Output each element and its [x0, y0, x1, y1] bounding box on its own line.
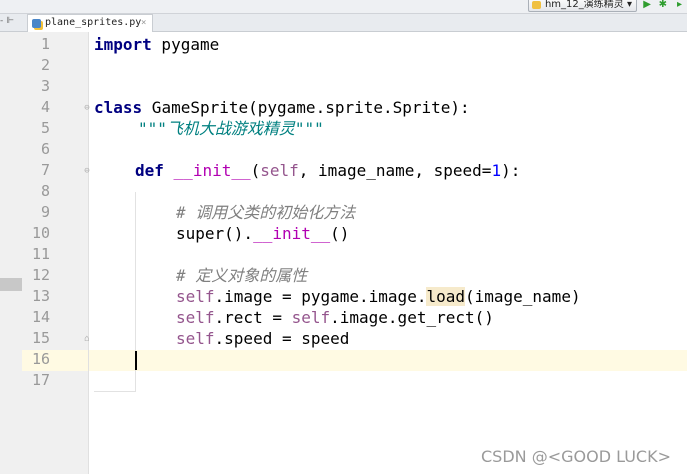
- run-configuration-label: hm_12_演练精灵: [544, 0, 624, 10]
- line-number: 15: [31, 329, 50, 347]
- keyword: class: [94, 98, 143, 117]
- comment: # 定义对象的属性: [176, 266, 308, 285]
- tab-plane-sprites[interactable]: plane_sprites.py ×: [27, 14, 153, 32]
- comment: # 调用父类的初始化方法: [176, 203, 356, 222]
- fold-end-icon[interactable]: ⌂: [82, 334, 92, 344]
- line-number: 8: [40, 182, 50, 200]
- line-number: 12: [31, 266, 50, 284]
- code-text: pygame: [151, 35, 220, 54]
- self-keyword: self: [176, 329, 215, 348]
- fold-icon[interactable]: ⊖: [82, 166, 92, 176]
- code-line-1[interactable]: import pygame: [94, 34, 219, 55]
- keyword: def: [135, 161, 164, 180]
- code-text: super().: [176, 224, 254, 243]
- top-toolbar: hm_12_演练精灵 ▾ ▶ ✱ ▸: [0, 0, 687, 14]
- code-line-10[interactable]: super().__init__(): [176, 223, 349, 244]
- tab-label: plane_sprites.py: [45, 17, 142, 28]
- self-keyword: self: [291, 308, 331, 327]
- fold-icon[interactable]: ⊖: [82, 103, 92, 113]
- function-name: __init__: [173, 161, 251, 180]
- line-number: 7: [40, 161, 50, 179]
- gutter-marker: [0, 278, 22, 291]
- code-line-14[interactable]: self.rect = self.image.get_rect(): [176, 307, 494, 328]
- code-text: .image = pygame.image.: [214, 287, 427, 306]
- text-caret: [135, 351, 137, 370]
- code-text: (: [250, 161, 261, 180]
- code-line-4[interactable]: class GameSprite(pygame.sprite.Sprite):: [94, 97, 470, 118]
- run-configuration-select[interactable]: hm_12_演练精灵 ▾: [527, 0, 637, 12]
- number-literal: 1: [491, 161, 502, 180]
- line-number: 10: [31, 224, 50, 242]
- line-number: 1: [40, 35, 50, 53]
- code-line-5[interactable]: """飞机大战游戏精灵""": [138, 118, 324, 139]
- editor-tab-bar: - ⊩ plane_sprites.py ×: [0, 14, 687, 32]
- line-number: 11: [31, 245, 50, 263]
- code-line-15[interactable]: self.speed = speed: [176, 328, 349, 349]
- code-line-13[interactable]: self.image = pygame.image.load(image_nam…: [176, 286, 581, 307]
- code-text: .rect =: [214, 308, 292, 327]
- line-number: 13: [31, 287, 50, 305]
- python-config-icon: [531, 1, 541, 9]
- docstring: """飞机大战游戏精灵""": [138, 119, 324, 138]
- code-line-7[interactable]: def __init__(self, image_name, speed=1):: [135, 160, 520, 181]
- line-number: 9: [40, 203, 50, 221]
- line-number: 16: [31, 350, 50, 368]
- debug-icon[interactable]: ✱: [659, 0, 667, 10]
- code-text: GameSprite(pygame.sprite.Sprite):: [142, 98, 470, 117]
- close-icon[interactable]: ×: [141, 15, 146, 31]
- code-text: .image.get_rect(): [330, 308, 494, 327]
- python-file-icon: [32, 19, 41, 28]
- line-number: 3: [40, 77, 50, 95]
- line-number: 17: [31, 371, 50, 389]
- self-keyword: self: [176, 308, 215, 327]
- run-icon[interactable]: ▶: [643, 0, 651, 10]
- code-text: , image_name, speed=: [298, 161, 492, 180]
- self-keyword: self: [176, 287, 215, 306]
- highlighted-identifier: load: [426, 287, 465, 306]
- line-number: 5: [40, 119, 50, 137]
- indent-guide-end: [94, 391, 136, 392]
- code-text: (): [330, 224, 350, 243]
- code-line-12[interactable]: # 定义对象的属性: [176, 265, 307, 286]
- self-keyword: self: [260, 161, 299, 180]
- line-number: 14: [31, 308, 50, 326]
- chevron-down-icon: ▾: [626, 0, 632, 10]
- line-number: 4: [40, 98, 50, 116]
- tab-bar-collapse-icon[interactable]: - ⊩: [0, 16, 14, 26]
- code-text: ):: [501, 161, 521, 180]
- line-number: 6: [40, 140, 50, 158]
- run-with-coverage-icon[interactable]: ▸: [677, 0, 682, 10]
- code-line-9[interactable]: # 调用父类的初始化方法: [176, 202, 355, 223]
- code-text: (image_name): [464, 287, 581, 306]
- dunder-method: __init__: [253, 224, 331, 243]
- code-text: .speed = speed: [214, 329, 350, 348]
- keyword: import: [94, 35, 152, 54]
- line-number: 2: [40, 56, 50, 74]
- current-line-highlight: [0, 350, 687, 371]
- watermark: CSDN @<GOOD LUCK>: [481, 447, 671, 466]
